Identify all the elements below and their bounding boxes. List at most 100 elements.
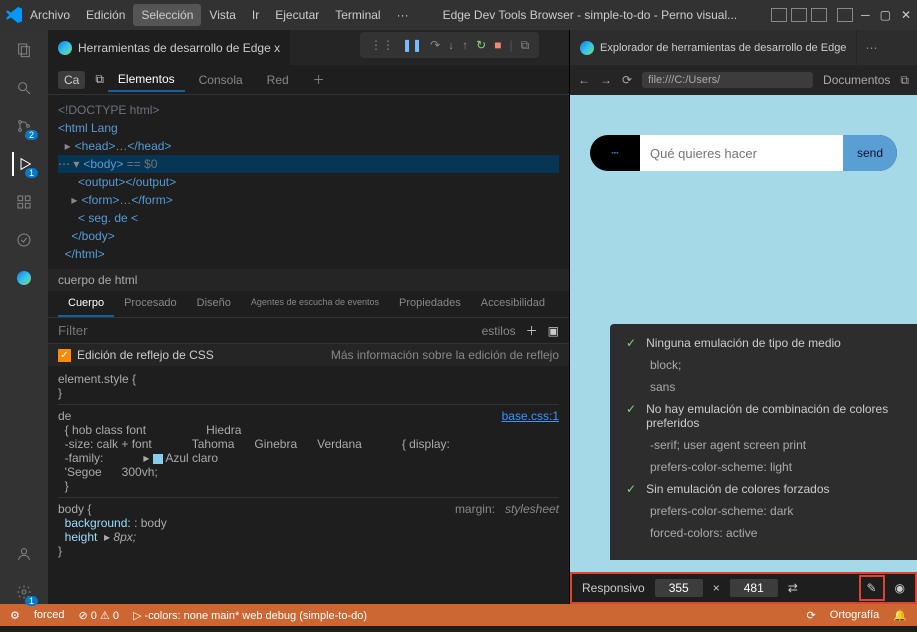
reload-icon[interactable]: ⟳ bbox=[622, 73, 632, 87]
test-icon[interactable] bbox=[12, 228, 36, 252]
send-button[interactable]: send bbox=[843, 135, 897, 171]
layout-icons bbox=[771, 8, 853, 22]
subtab-elementos[interactable]: Elementos bbox=[108, 68, 185, 92]
docs-label: Documentos bbox=[823, 73, 890, 87]
tab-browser[interactable]: Explorador de herramientas de desarrollo… bbox=[570, 30, 857, 65]
window-title: Edge Dev Tools Browser - simple-to-do - … bbox=[443, 8, 738, 22]
run-debug-icon[interactable]: 1 bbox=[12, 152, 36, 176]
width-input[interactable]: 355 bbox=[655, 579, 703, 597]
todo-icon: ┄ bbox=[590, 146, 640, 160]
menu: Archivo Edición Selección Vista Ir Ejecu… bbox=[22, 4, 417, 26]
panel-diseno[interactable]: Diseño bbox=[187, 291, 241, 317]
rotate-icon[interactable]: ⇄ bbox=[788, 581, 798, 595]
popout-icon[interactable]: ⧉ bbox=[900, 73, 909, 88]
styles-pane[interactable]: element.style {} debase.css:1 { hob clas… bbox=[48, 366, 569, 604]
filter-input[interactable] bbox=[58, 323, 472, 338]
edge-icon bbox=[58, 41, 72, 55]
maximize-icon[interactable]: ▢ bbox=[880, 8, 891, 22]
tab-more-icon[interactable]: ⋯ bbox=[857, 41, 885, 55]
vscode-logo-icon bbox=[6, 7, 22, 23]
close-icon[interactable]: ✕ bbox=[901, 8, 911, 22]
url-input[interactable]: file:///C:/Users/ bbox=[642, 72, 813, 88]
step-out-icon[interactable]: ↑ bbox=[462, 38, 468, 52]
more-icon[interactable]: ▣ bbox=[548, 324, 559, 338]
extensions-icon[interactable] bbox=[12, 190, 36, 214]
panel-agentes[interactable]: Agentes de escucha de eventos bbox=[241, 291, 389, 317]
subtab-red[interactable]: Red bbox=[257, 69, 299, 91]
menu-ir[interactable]: Ir bbox=[244, 4, 267, 26]
step-over-icon[interactable]: ↷ bbox=[430, 38, 440, 52]
layout-2-icon[interactable] bbox=[791, 8, 807, 22]
styles-panel-tabs: Cuerpo Procesado Diseño Agentes de escuc… bbox=[48, 291, 569, 318]
inspect-ca[interactable]: Ca bbox=[58, 71, 85, 89]
menu-vista[interactable]: Vista bbox=[201, 4, 243, 26]
status-forced[interactable]: forced bbox=[34, 609, 65, 621]
back-icon[interactable]: ← bbox=[578, 73, 590, 87]
subtab-consola[interactable]: Consola bbox=[189, 69, 253, 91]
search-icon[interactable] bbox=[12, 76, 36, 100]
todo-input-bar: ┄ send bbox=[590, 135, 897, 171]
explorer-icon[interactable] bbox=[12, 38, 36, 62]
step-into-icon[interactable]: ↓ bbox=[448, 38, 454, 52]
emul-colors[interactable]: No hay emulación de combinación de color… bbox=[646, 402, 901, 430]
remote-icon[interactable]: ⚙ bbox=[10, 609, 20, 622]
dom-tree[interactable]: <!DOCTYPE html> <html Lang ▸<head>…</hea… bbox=[48, 95, 569, 269]
subtab-add[interactable]: ＋ bbox=[303, 67, 335, 92]
source-control-icon[interactable]: 2 bbox=[12, 114, 36, 138]
url-bar: ← → ⟳ file:///C:/Users/ Documentos ⧉ bbox=[570, 65, 917, 95]
status-ortografia[interactable]: Ortografía bbox=[830, 609, 880, 621]
stop-icon[interactable]: ■ bbox=[494, 38, 501, 52]
status-bar: ⚙ forced ⊘ 0 ⚠ 0 ▷ -colors: none main* w… bbox=[0, 604, 917, 626]
menu-edicion[interactable]: Edición bbox=[78, 4, 133, 26]
status-debug[interactable]: ▷ -colors: none main* web debug (simple-… bbox=[133, 609, 367, 622]
responsive-dropdown[interactable]: Responsivo bbox=[582, 581, 645, 595]
status-bell-icon[interactable]: 🔔 bbox=[893, 609, 907, 622]
layout-3-icon[interactable] bbox=[811, 8, 827, 22]
layout-4-icon[interactable] bbox=[837, 8, 853, 22]
mirror-row: ✓ Edición de reflejo de CSS Más informac… bbox=[48, 344, 569, 366]
mirror-label: Edición de reflejo de CSS bbox=[77, 348, 214, 362]
menu-seleccion[interactable]: Selección bbox=[133, 4, 201, 26]
base-css-link[interactable]: base.css:1 bbox=[502, 409, 559, 423]
wand-icon[interactable]: ✎ bbox=[859, 575, 885, 601]
menu-ejecutar[interactable]: Ejecutar bbox=[267, 4, 327, 26]
edge-tools-icon[interactable] bbox=[12, 266, 36, 290]
device-icon[interactable]: ⧉ bbox=[95, 72, 104, 87]
breadcrumb[interactable]: cuerpo de html bbox=[48, 269, 569, 291]
page-preview: ┄ send ✓ Ninguna emulación de tipo de med… bbox=[570, 95, 917, 604]
mirror-checkbox[interactable]: ✓ bbox=[58, 349, 71, 362]
panel-procesado[interactable]: Procesado bbox=[114, 291, 187, 317]
panel-propiedades[interactable]: Propiedades bbox=[389, 291, 471, 317]
new-style-icon[interactable]: ＋ bbox=[526, 322, 538, 339]
responsive-bar: Responsivo 355 × 481 ⇄ ✎ ◉ bbox=[570, 572, 917, 604]
debug-toolbar: ⋮⋮ ❚❚ ↷ ↓ ↑ ↻ ■ | ⧉ bbox=[360, 32, 539, 58]
menu-more[interactable]: ··· bbox=[389, 4, 417, 26]
devtools-icon[interactable]: ⧉ bbox=[521, 38, 530, 53]
emul-forced[interactable]: Sin emulación de colores forzados bbox=[646, 482, 829, 496]
eye-icon[interactable]: ◉ bbox=[895, 581, 905, 595]
editor-area: Herramientas de desarrollo de Edge x Ca … bbox=[48, 30, 569, 604]
minimize-icon[interactable]: ─ bbox=[861, 8, 870, 22]
pause-icon[interactable]: ❚❚ bbox=[402, 38, 422, 52]
restart-icon[interactable]: ↻ bbox=[476, 38, 486, 52]
settings-gear-icon[interactable]: 1 bbox=[12, 580, 36, 604]
height-input[interactable]: 481 bbox=[730, 579, 778, 597]
menu-terminal[interactable]: Terminal bbox=[327, 4, 388, 26]
activity-bar: 2 1 1 bbox=[0, 30, 48, 604]
drag-handle-icon[interactable]: ⋮⋮ bbox=[370, 38, 394, 52]
panel-accesibilidad[interactable]: Accesibilidad bbox=[471, 291, 555, 317]
tab-label: Explorador de herramientas de desarrollo… bbox=[600, 42, 846, 54]
check-icon: ✓ bbox=[626, 482, 636, 496]
emul-media[interactable]: Ninguna emulación de tipo de medio bbox=[646, 336, 841, 350]
panel-cuerpo[interactable]: Cuerpo bbox=[58, 291, 114, 317]
layout-1-icon[interactable] bbox=[771, 8, 787, 22]
status-sync-icon[interactable]: ⟳ bbox=[807, 609, 816, 622]
forward-icon[interactable]: → bbox=[600, 73, 612, 87]
tab-devtools[interactable]: Herramientas de desarrollo de Edge x bbox=[48, 30, 291, 65]
estilos-label: estilos bbox=[482, 324, 516, 338]
title-bar: Archivo Edición Selección Vista Ir Ejecu… bbox=[0, 0, 917, 30]
mirror-more-link[interactable]: Más información sobre la edición de refl… bbox=[331, 348, 559, 362]
todo-input[interactable] bbox=[640, 135, 843, 171]
menu-archivo[interactable]: Archivo bbox=[22, 4, 78, 26]
account-icon[interactable] bbox=[12, 542, 36, 566]
